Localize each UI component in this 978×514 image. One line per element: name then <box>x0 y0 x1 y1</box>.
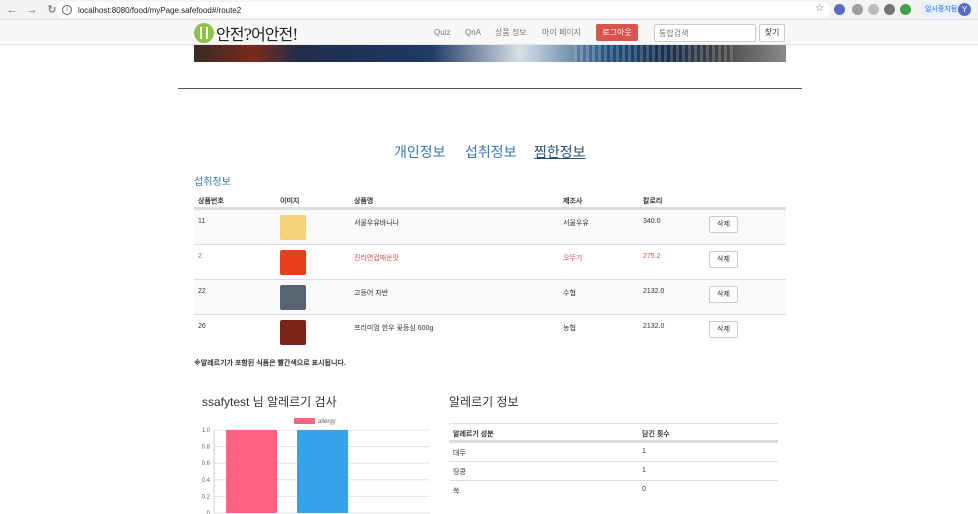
table-row: 2 진라면컵매운맛 오뚜기 275.2 삭제 <box>194 244 786 279</box>
product-maker: 수협 <box>563 290 576 297</box>
y-tick-label: 0.2 <box>202 494 211 500</box>
extension-icon[interactable] <box>852 4 863 15</box>
product-thumbnail[interactable] <box>280 320 306 345</box>
product-thumbnail[interactable] <box>280 215 306 240</box>
bookmark-star-icon[interactable]: ☆ <box>815 3 824 14</box>
y-tick-label: 0.8 <box>202 445 211 451</box>
nav-product-info[interactable]: 상품 정보 <box>495 27 527 38</box>
allergy-ingredient: 쑥 <box>453 488 460 495</box>
product-maker: 농협 <box>563 325 576 332</box>
legend-label: allergy <box>318 419 336 425</box>
back-icon[interactable]: ← <box>4 2 20 18</box>
col-header-calorie: 칼로리 <box>643 198 663 205</box>
site-logo[interactable]: 안전?어안전! <box>194 22 299 44</box>
table-row: 22 고등어 자반 수협 2132.0 삭제 <box>194 279 786 314</box>
browser-toolbar: ← → ↻ i localhost:8080/food/myPage.safef… <box>0 0 978 20</box>
col-header-count: 담긴 횟수 <box>642 431 670 438</box>
product-name: 서울우유바나나 <box>354 220 400 227</box>
col-header-image: 이미지 <box>280 198 300 205</box>
url-text: localhost:8080/food/myPage.safefood#/rou… <box>78 5 242 15</box>
divider <box>178 88 802 89</box>
allergy-ingredient: 땅콩 <box>453 469 466 476</box>
product-id: 22 <box>198 288 206 295</box>
profile-avatar[interactable]: Y <box>958 3 971 16</box>
search-button[interactable]: 찾기 <box>759 24 785 42</box>
allergy-ingredient: 대두 <box>453 450 466 457</box>
product-calorie: 2132.0 <box>643 288 665 295</box>
product-id: 11 <box>198 218 206 225</box>
intake-table: 상품번호 이미지 상품명 제조사 칼로리 11 서울우유바나나 서울우유 340.0 삭… <box>194 192 786 349</box>
tab-intake-info[interactable]: 섭취정보 <box>465 142 517 162</box>
forward-icon[interactable]: → <box>24 2 40 18</box>
product-name: 진라면컵매운맛 <box>354 255 400 262</box>
allergy-count: 1 <box>642 467 646 474</box>
product-name: 프리미엄 한우 꽃등심 600g <box>354 325 434 332</box>
product-id: 2 <box>198 253 202 260</box>
product-maker: 오뚜기 <box>563 255 583 262</box>
search-input[interactable] <box>654 24 756 42</box>
allergy-note: ※알레르기가 포함된 식품은 빨간색으로 표시됩니다. <box>194 360 346 367</box>
allergy-info-title: 알레르기 정보 <box>449 395 519 409</box>
product-name: 고등어 자반 <box>354 290 389 297</box>
logo-text: 안전?어안전! <box>216 25 299 44</box>
extension-icon[interactable] <box>900 4 911 15</box>
extension-icon[interactable] <box>834 4 845 15</box>
table-row: 대두 1 <box>449 442 778 461</box>
y-tick-label: 1.0 <box>202 428 211 434</box>
col-header-ingredient: 알레르기 성분 <box>453 431 494 438</box>
y-tick-label: 0.6 <box>202 461 211 467</box>
extension-icon[interactable] <box>868 4 879 15</box>
chart-bar[interactable] <box>297 430 348 513</box>
allergy-chart: allergy1.00.80.60.40.20 <box>202 418 430 514</box>
nav-quiz[interactable]: Quiz <box>434 28 450 37</box>
delete-button[interactable]: 삭제 <box>709 321 738 338</box>
site-header: 안전?어안전! Quiz QnA 상품 정보 마이 페이지 로그아웃 찾기 <box>0 20 978 45</box>
info-icon[interactable]: i <box>62 5 72 15</box>
delete-button[interactable]: 삭제 <box>709 216 738 233</box>
extension-icon[interactable] <box>884 4 895 15</box>
product-calorie: 2132.0 <box>643 323 665 330</box>
legend-swatch <box>294 418 315 424</box>
table-header: 알레르기 성분 담긴 횟수 <box>449 423 778 442</box>
table-row: 땅콩 1 <box>449 461 778 480</box>
allergy-count: 1 <box>642 448 646 455</box>
col-header-id: 상품번호 <box>198 198 224 205</box>
product-thumbnail[interactable] <box>280 285 306 310</box>
chart-bar[interactable] <box>226 430 277 513</box>
col-header-name: 상품명 <box>354 198 374 205</box>
product-calorie: 275.2 <box>643 253 661 260</box>
sync-paused-button[interactable]: 일시중지됨 <box>920 3 963 17</box>
delete-button[interactable]: 삭제 <box>709 286 738 303</box>
chart-title: ssafytest 님 알레르기 검사 <box>202 395 337 409</box>
delete-button[interactable]: 삭제 <box>709 251 738 268</box>
banner-image <box>194 45 786 62</box>
y-tick-label: 0.4 <box>202 478 211 484</box>
logout-button[interactable]: 로그아웃 <box>596 24 638 41</box>
allergy-count: 0 <box>642 486 646 493</box>
nav-my-page[interactable]: 마이 페이지 <box>542 27 581 38</box>
allergy-table: 알레르기 성분 담긴 횟수 대두 1 땅콩 1 쑥 0 <box>449 423 778 499</box>
tab-wishlist-info[interactable]: 찜한정보 <box>534 142 586 162</box>
section-title: 섭취정보 <box>194 177 231 188</box>
nav-qna[interactable]: QnA <box>465 28 481 37</box>
fork-spoon-icon <box>194 23 214 43</box>
table-row: 11 서울우유바나나 서울우유 340.0 삭제 <box>194 209 786 244</box>
product-calorie: 340.0 <box>643 218 661 225</box>
tab-personal-info[interactable]: 개인정보 <box>394 142 446 162</box>
table-row: 26 프리미엄 한우 꽃등심 600g 농협 2132.0 삭제 <box>194 314 786 349</box>
product-thumbnail[interactable] <box>280 250 306 275</box>
col-header-maker: 제조사 <box>563 198 583 205</box>
table-header: 상품번호 이미지 상품명 제조사 칼로리 <box>194 192 786 209</box>
address-bar[interactable]: i localhost:8080/food/myPage.safefood#/r… <box>56 2 830 18</box>
product-maker: 서울우유 <box>563 220 589 227</box>
product-id: 26 <box>198 323 206 330</box>
table-row: 쑥0 <box>449 480 778 499</box>
